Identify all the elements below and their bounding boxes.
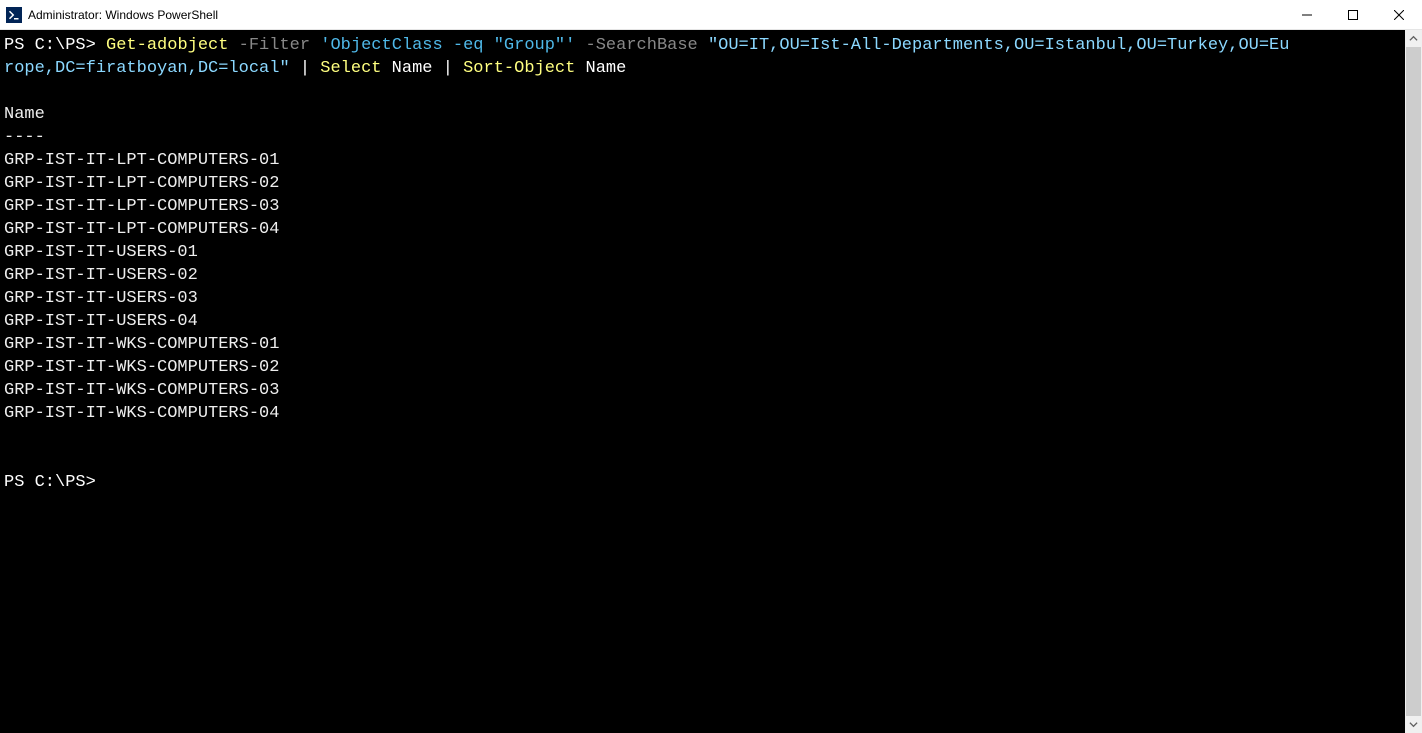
cmdlet-name: Get-adobject (106, 36, 228, 55)
titlebar[interactable]: Administrator: Windows PowerShell (0, 0, 1422, 30)
output-row: GRP-IST-IT-LPT-COMPUTERS-04 (4, 220, 279, 239)
prompt: PS C:\PS> (4, 473, 96, 492)
output-row: GRP-IST-IT-LPT-COMPUTERS-02 (4, 174, 279, 193)
output-row: GRP-IST-IT-WKS-COMPUTERS-01 (4, 335, 279, 354)
searchbase-value: "OU=IT,OU=Ist-All-Departments,OU=Istanbu… (708, 36, 1290, 55)
pipe: | (443, 59, 463, 78)
minimize-button[interactable] (1284, 0, 1330, 29)
output-row: GRP-IST-IT-USERS-03 (4, 289, 198, 308)
output-row: GRP-IST-IT-LPT-COMPUTERS-03 (4, 197, 279, 216)
window-title: Administrator: Windows PowerShell (28, 8, 218, 22)
chevron-down-icon (1409, 720, 1418, 729)
scroll-thumb[interactable] (1406, 47, 1421, 716)
output-row: GRP-IST-IT-WKS-COMPUTERS-04 (4, 404, 279, 423)
vertical-scrollbar[interactable] (1405, 30, 1422, 733)
prompt: PS C:\PS> (4, 36, 106, 55)
output-row: GRP-IST-IT-LPT-COMPUTERS-01 (4, 151, 279, 170)
scroll-down-button[interactable] (1405, 716, 1422, 733)
output-header: Name (4, 105, 45, 124)
close-button[interactable] (1376, 0, 1422, 29)
output-row: GRP-IST-IT-WKS-COMPUTERS-03 (4, 381, 279, 400)
param-filter: -Filter (239, 36, 310, 55)
output-row: GRP-IST-IT-WKS-COMPUTERS-02 (4, 358, 279, 377)
scroll-track[interactable] (1405, 47, 1422, 716)
output-row: GRP-IST-IT-USERS-04 (4, 312, 198, 331)
pipe: | (290, 59, 321, 78)
cmdlet-sort: Sort-Object (463, 59, 575, 78)
window-controls (1284, 0, 1422, 29)
output-row: GRP-IST-IT-USERS-02 (4, 266, 198, 285)
scroll-up-button[interactable] (1405, 30, 1422, 47)
select-arg: Name (381, 59, 442, 78)
chevron-up-icon (1409, 34, 1418, 43)
console-output[interactable]: PS C:\PS> Get-adobject -Filter 'ObjectCl… (0, 30, 1405, 733)
searchbase-value-cont: rope,DC=firatboyan,DC=local" (4, 59, 290, 78)
maximize-button[interactable] (1330, 0, 1376, 29)
powershell-icon (6, 7, 22, 23)
maximize-icon (1348, 10, 1358, 20)
sort-arg: Name (575, 59, 626, 78)
cmdlet-select: Select (320, 59, 381, 78)
close-icon (1394, 10, 1404, 20)
minimize-icon (1302, 10, 1312, 20)
output-divider: ---- (4, 128, 45, 147)
console-wrap: PS C:\PS> Get-adobject -Filter 'ObjectCl… (0, 30, 1422, 733)
filter-value: 'ObjectClass -eq "Group"' (320, 36, 575, 55)
output-row: GRP-IST-IT-USERS-01 (4, 243, 198, 262)
param-searchbase: -SearchBase (586, 36, 698, 55)
